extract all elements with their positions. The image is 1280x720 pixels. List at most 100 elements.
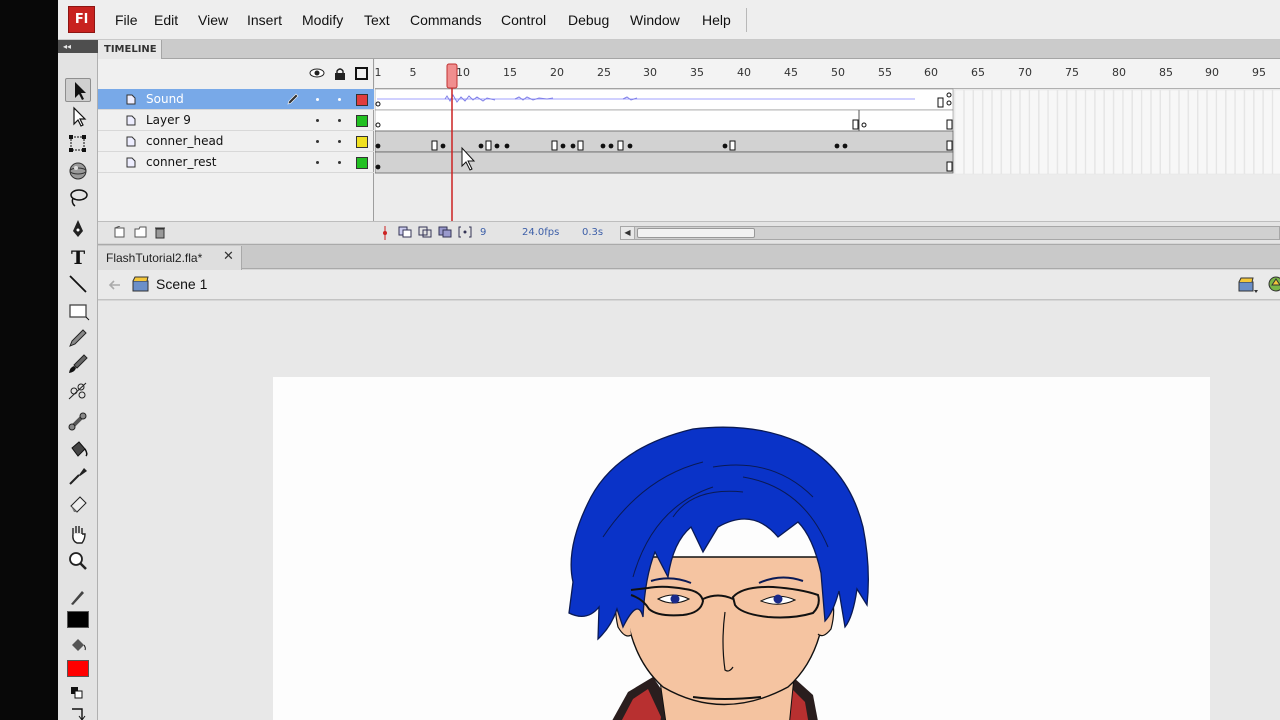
fill-color-icon[interactable] [65, 634, 91, 658]
layer-row-conner-rest[interactable]: conner_rest [98, 152, 374, 173]
bone-tool-icon[interactable] [65, 410, 91, 434]
stroke-color-swatch[interactable] [67, 611, 89, 628]
pencil-tool-icon[interactable] [65, 326, 91, 350]
menu-view[interactable]: View [198, 12, 228, 28]
current-frame-readout[interactable]: 9 [480, 227, 486, 238]
modify-onion-markers-icon[interactable] [458, 226, 472, 238]
stage[interactable] [273, 377, 1210, 720]
sound-layer-frames[interactable] [375, 88, 954, 111]
character-drawing[interactable] [273, 377, 1210, 720]
empty-frame-columns [954, 89, 1280, 175]
lock-icon[interactable] [334, 67, 346, 80]
layer-outline-color[interactable] [356, 136, 368, 148]
eye-icon[interactable] [309, 67, 325, 79]
3d-rotation-tool-icon[interactable] [65, 159, 91, 183]
edit-symbols-icon[interactable] [1266, 275, 1280, 295]
menu-window[interactable]: Window [630, 12, 680, 28]
selection-tool-icon[interactable] [65, 78, 91, 102]
brush-tool-icon[interactable] [65, 352, 91, 376]
menu-edit[interactable]: Edit [154, 12, 178, 28]
lock-dot[interactable] [338, 119, 341, 122]
document-tab[interactable]: FlashTutorial2.fla* ✕ [98, 246, 242, 270]
tools-panel: ◂◂ T [58, 40, 98, 720]
zoom-tool-icon[interactable] [65, 549, 91, 573]
menu-commands[interactable]: Commands [410, 12, 482, 28]
menu-modify[interactable]: Modify [302, 12, 343, 28]
timeline-panel: Sound Layer 9 conner_head conner_rest 1 … [98, 59, 1280, 243]
delete-layer-icon[interactable] [154, 226, 166, 239]
layer-icon [126, 94, 136, 105]
menu-help[interactable]: Help [702, 12, 731, 28]
scroll-left-arrow-icon[interactable]: ◀ [621, 227, 635, 239]
layer-name: conner_rest [146, 155, 217, 169]
visibility-dot[interactable] [316, 161, 319, 164]
visibility-dot[interactable] [316, 98, 319, 101]
pen-tool-icon[interactable] [65, 217, 91, 241]
new-folder-icon[interactable] [134, 226, 148, 238]
layer-list: Sound Layer 9 conner_head conner_rest [98, 59, 374, 243]
onion-skin-outlines-icon[interactable] [418, 226, 432, 238]
layer-outline-color[interactable] [356, 157, 368, 169]
lock-dot[interactable] [338, 161, 341, 164]
line-tool-icon[interactable] [65, 272, 91, 296]
layer-row-sound[interactable]: Sound [98, 89, 374, 110]
rectangle-tool-icon[interactable] [65, 299, 91, 323]
timeline-tab[interactable]: TIMELINE [98, 40, 162, 59]
deco-tool-icon[interactable] [65, 379, 91, 403]
new-layer-icon[interactable] [114, 226, 126, 238]
menu-insert[interactable]: Insert [247, 12, 282, 28]
flash-logo: Fl [68, 6, 95, 33]
timeline-scrollbar[interactable]: ◀ [620, 226, 1280, 240]
paint-bucket-tool-icon[interactable] [65, 438, 91, 462]
visibility-dot[interactable] [316, 140, 319, 143]
menu-file[interactable]: File [115, 12, 138, 28]
layer-outline-color[interactable] [356, 94, 368, 106]
frame-grid[interactable] [375, 59, 1280, 221]
onion-skin-icon[interactable] [398, 226, 412, 238]
layer-row-layer-9[interactable]: Layer 9 [98, 110, 374, 131]
lock-dot[interactable] [338, 98, 341, 101]
visibility-dot[interactable] [316, 119, 319, 122]
eyedropper-tool-icon[interactable] [65, 464, 91, 488]
pasteboard[interactable] [98, 301, 1280, 720]
layer-name: conner_head [146, 134, 224, 148]
free-transform-tool-icon[interactable] [65, 132, 91, 156]
hand-tool-icon[interactable] [65, 522, 91, 546]
subselection-tool-icon[interactable] [65, 105, 91, 129]
menu-debug[interactable]: Debug [568, 12, 609, 28]
frame-area[interactable]: 1 5 10 15 20 25 30 35 40 45 50 55 60 65 … [375, 59, 1280, 243]
outline-header-icon[interactable] [355, 67, 368, 80]
layer-name: Sound [146, 92, 184, 106]
fill-color-swatch[interactable] [67, 660, 89, 677]
edit-multiple-frames-icon[interactable] [438, 226, 452, 238]
scene-label[interactable]: Scene 1 [156, 276, 207, 292]
stroke-color-icon[interactable] [65, 585, 91, 609]
lock-dot[interactable] [338, 140, 341, 143]
document-tab-row: FlashTutorial2.fla* ✕ [98, 244, 1280, 270]
menu-control[interactable]: Control [501, 12, 546, 28]
menu-bar: Fl File Edit View Insert Modify Text Com… [58, 0, 1280, 40]
timeline-tab-row: TIMELINE [98, 40, 1280, 59]
menu-text[interactable]: Text [364, 12, 390, 28]
elapsed-time-readout: 0.3s [582, 227, 604, 238]
text-tool-icon[interactable]: T [65, 244, 91, 269]
layer9-frames[interactable] [375, 109, 954, 132]
layer-outline-color[interactable] [356, 115, 368, 127]
swap-colors-icon[interactable] [65, 703, 91, 720]
document-tab-label: FlashTutorial2.fla* [106, 251, 203, 265]
center-frame-icon[interactable] [380, 226, 390, 240]
scene-clapper-icon [132, 276, 149, 292]
layer-row-conner-head[interactable]: conner_head [98, 131, 374, 152]
back-arrow-icon[interactable] [106, 279, 122, 291]
close-icon[interactable]: ✕ [223, 249, 234, 264]
timeline-status-bar: 9 24.0fps 0.3s ◀ [98, 221, 1280, 243]
lasso-tool-icon[interactable] [65, 186, 91, 210]
eraser-tool-icon[interactable] [65, 491, 91, 515]
menu-separator [746, 8, 747, 32]
pencil-icon [287, 93, 299, 105]
layer-name: Layer 9 [146, 113, 191, 127]
tools-collapse-bar[interactable]: ◂◂ [58, 40, 98, 53]
scrollbar-thumb[interactable] [637, 228, 755, 238]
frame-rate-readout[interactable]: 24.0fps [522, 227, 559, 238]
edit-scene-icon[interactable] [1238, 276, 1258, 294]
